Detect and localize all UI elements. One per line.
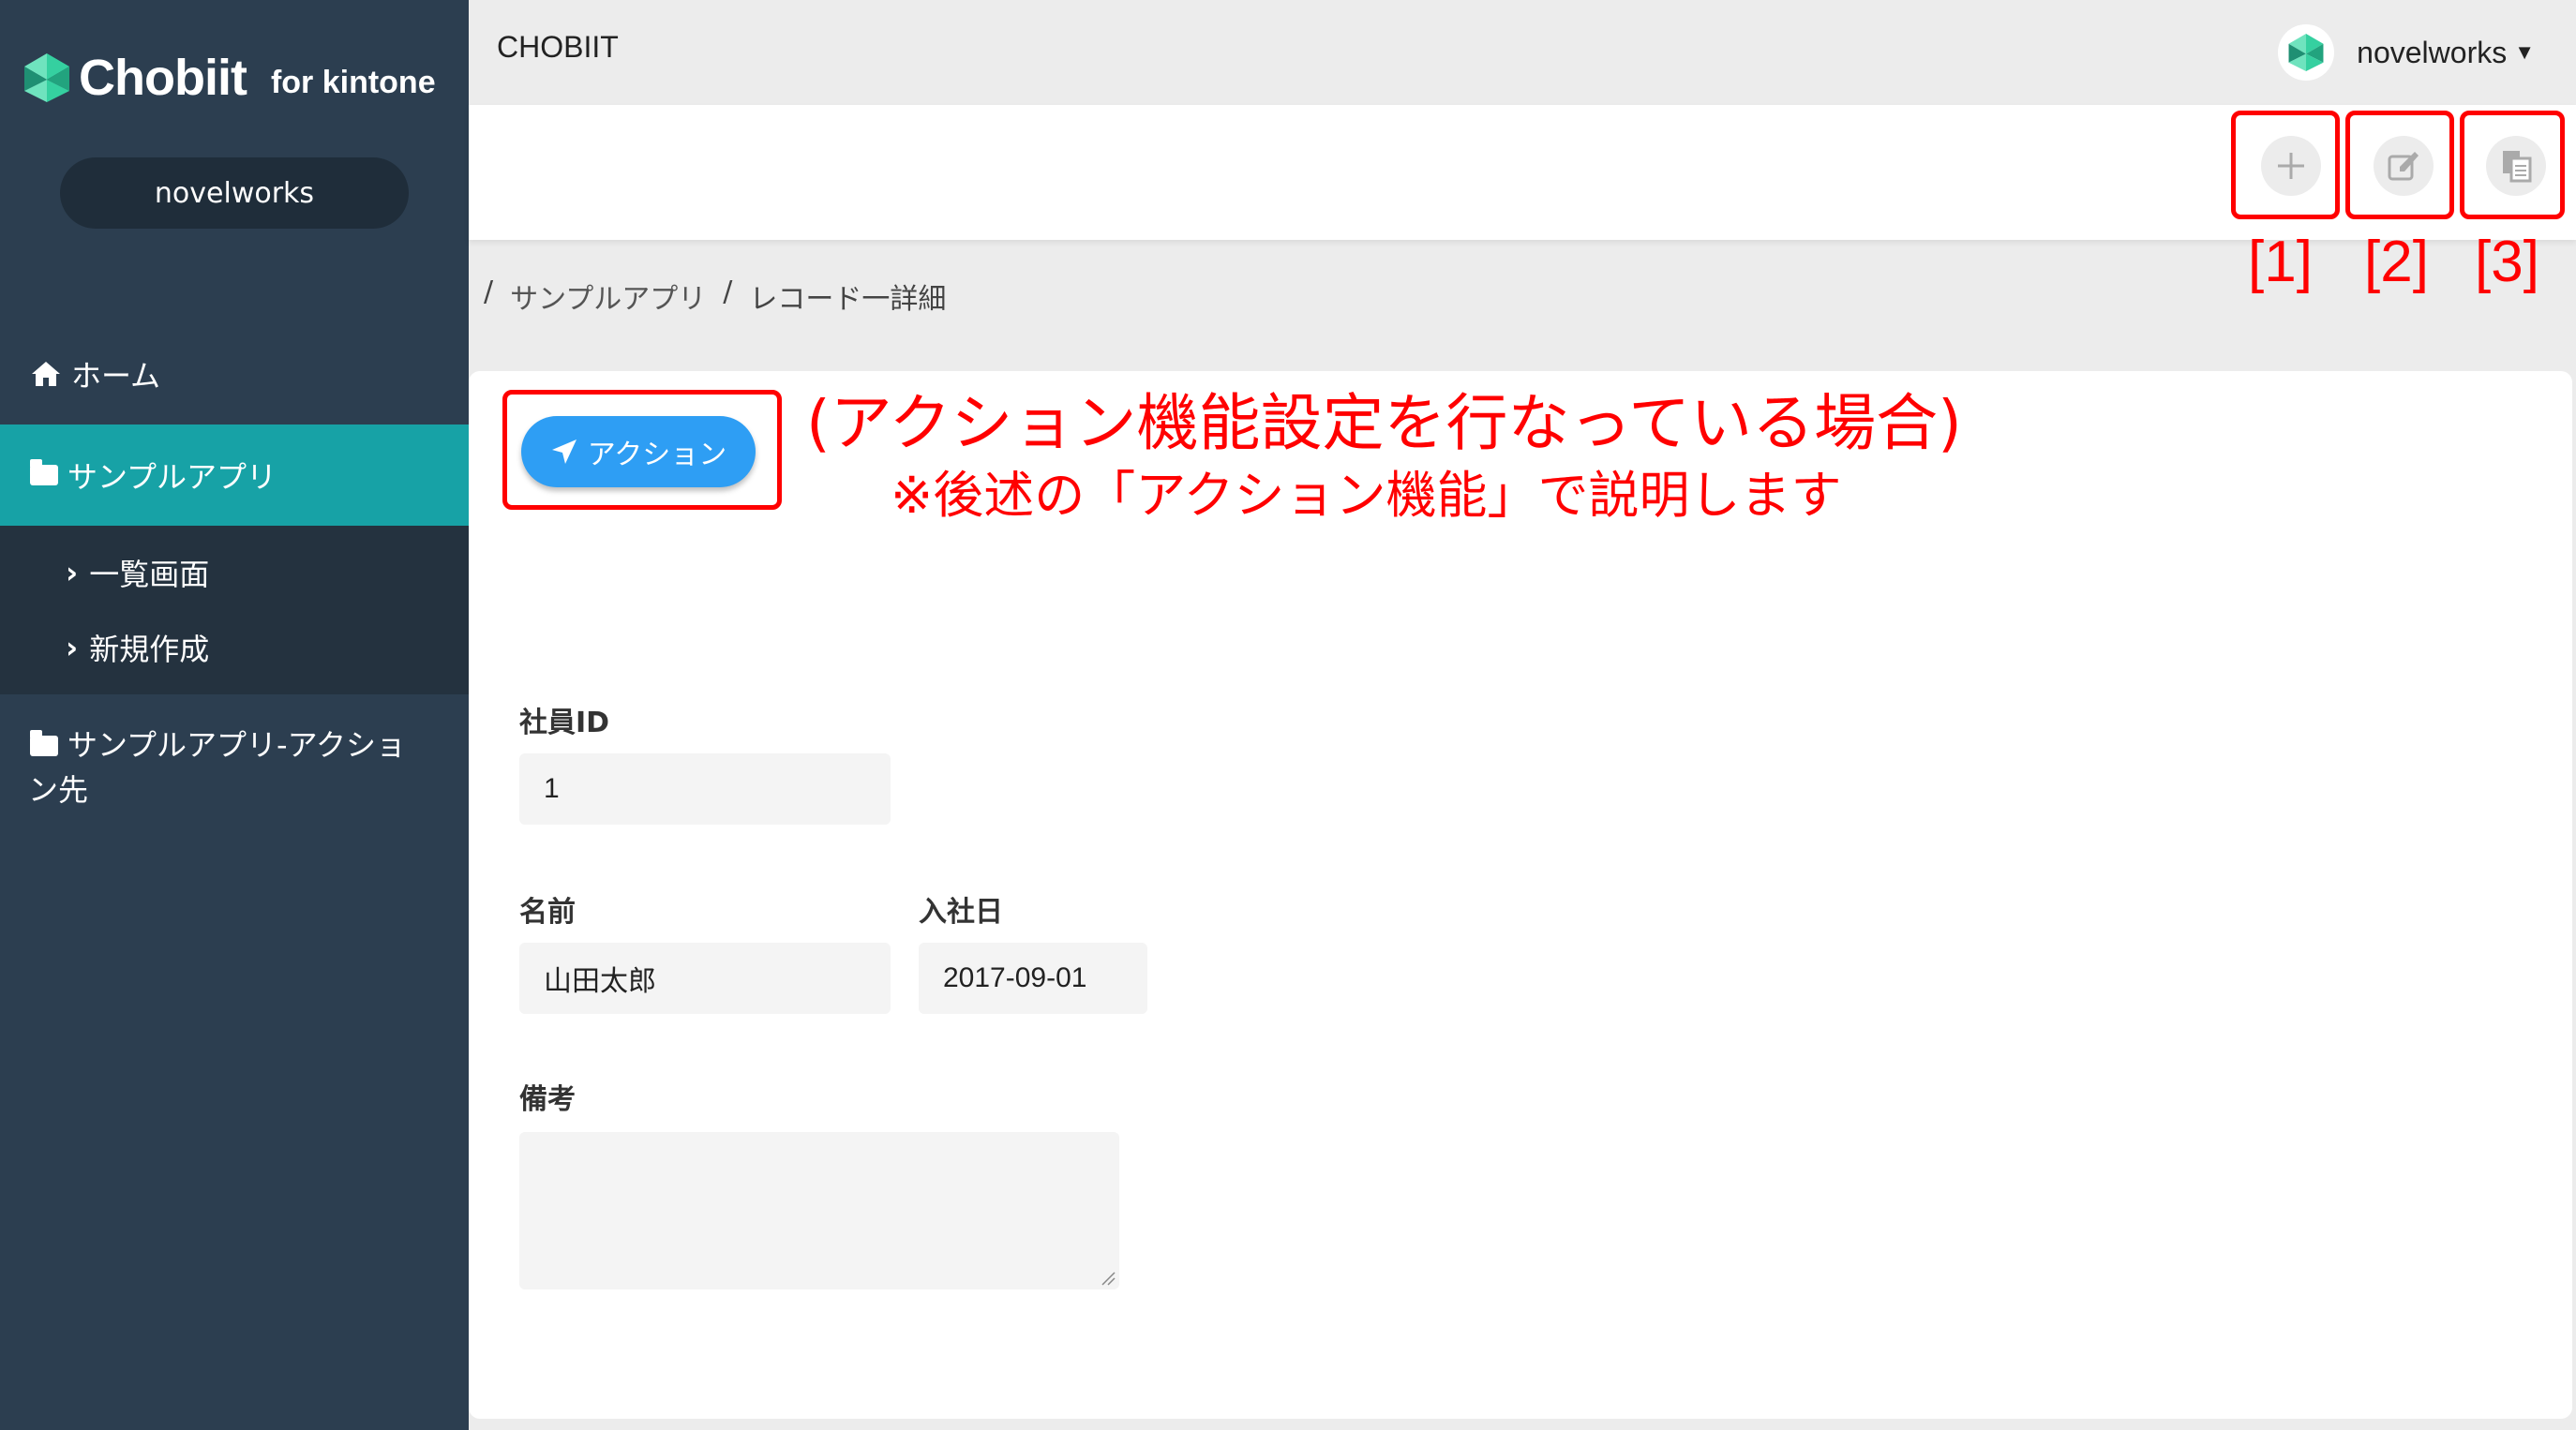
sidebar-sub-list: › 一覧画面 › 新規作成	[0, 526, 469, 694]
home-icon	[32, 362, 60, 386]
action-button[interactable]: アクション	[521, 416, 756, 487]
action-button-label: アクション	[587, 439, 727, 471]
breadcrumb-separator: /	[484, 276, 494, 308]
highlight-box-1	[2231, 111, 2340, 219]
paper-plane-icon	[551, 439, 577, 464]
breadcrumb: / サンプルアプリ / レコード一詳細	[484, 276, 946, 317]
avatar	[2278, 24, 2335, 81]
name-label: 名前	[519, 896, 576, 929]
sidebar-user-pill[interactable]: novelworks	[60, 157, 409, 229]
action-note-line1: (アクション機能設定を行なっている場合)	[806, 387, 1962, 459]
sidebar-item-sample-app[interactable]: サンプルアプリ	[0, 425, 469, 526]
app-title: CHOBIIT	[497, 30, 619, 64]
sidebar-subitem-list-view[interactable]: › 一覧画面	[0, 535, 469, 610]
sidebar-item-home[interactable]: ホーム	[0, 323, 469, 425]
folder-icon	[30, 459, 58, 485]
join-date-field: 2017-09-01	[919, 943, 1147, 1014]
sidebar-item-label: サンプルアプリ-アクショ ン先	[28, 722, 406, 812]
top-bar: CHOBIIT novelworks ▼	[469, 0, 2576, 105]
remarks-label: 備考	[519, 1083, 576, 1116]
sidebar-user-name: novelworks	[154, 176, 315, 210]
breadcrumb-separator: /	[723, 276, 733, 308]
sidebar-nav: ホーム サンプルアプリ › 一覧画面 › 新規作成 サンプルアプリ-アクショ ン…	[0, 323, 469, 812]
sidebar-item-label-line2: ン先	[28, 772, 89, 808]
join-date-label: 入社日	[919, 896, 1003, 929]
highlight-label-2: [2]	[2364, 230, 2429, 294]
sidebar-subitem-label: 一覧画面	[89, 557, 210, 592]
account-menu[interactable]: novelworks ▼	[2278, 24, 2535, 81]
name-field: 山田太郎	[519, 943, 891, 1014]
sidebar-item-label: ホーム	[71, 358, 161, 394]
name-value: 山田太郎	[544, 966, 656, 997]
join-date-value: 2017-09-01	[943, 962, 1087, 993]
breadcrumb-app-link[interactable]: サンプルアプリ	[510, 276, 706, 317]
highlight-box-3	[2460, 111, 2565, 219]
sidebar-subitem-label: 新規作成	[89, 632, 210, 667]
sidebar: Chobiit for kintone novelworks ホーム サンプルア…	[0, 0, 469, 1430]
highlight-box-2	[2345, 111, 2454, 219]
sidebar-item-label-line1: サンプルアプリ-アクショ	[67, 727, 406, 763]
logo-text: Chobiit	[79, 50, 247, 106]
highlight-label-1: [1]	[2248, 230, 2313, 294]
highlight-label-3: [3]	[2475, 230, 2539, 294]
sidebar-item-label: サンプルアプリ	[67, 459, 277, 495]
folder-icon	[30, 730, 58, 756]
chobiit-logo-icon	[24, 53, 69, 102]
account-name: novelworks	[2357, 35, 2508, 69]
resize-handle-icon[interactable]	[1101, 1271, 1116, 1286]
chobiit-avatar-icon	[2288, 34, 2324, 71]
employee-id-field: 1	[519, 753, 891, 825]
employee-id-label: 社員ID	[519, 707, 610, 739]
sidebar-subitem-new[interactable]: › 新規作成	[0, 610, 469, 685]
chevron-right-icon: ›	[66, 555, 79, 590]
caret-down-icon: ▼	[2514, 40, 2535, 64]
breadcrumb-current: レコード一詳細	[749, 283, 947, 316]
action-note-line2: ※後述の「アクション機能」で説明します	[891, 466, 1842, 525]
chevron-right-icon: ›	[66, 630, 79, 665]
logo-subtitle: for kintone	[270, 64, 436, 100]
sidebar-item-action-app[interactable]: サンプルアプリ-アクショ ン先	[0, 694, 469, 812]
remarks-textarea[interactable]	[519, 1132, 1119, 1289]
logo[interactable]: Chobiit for kintone	[22, 49, 436, 107]
employee-id-value: 1	[544, 773, 560, 804]
